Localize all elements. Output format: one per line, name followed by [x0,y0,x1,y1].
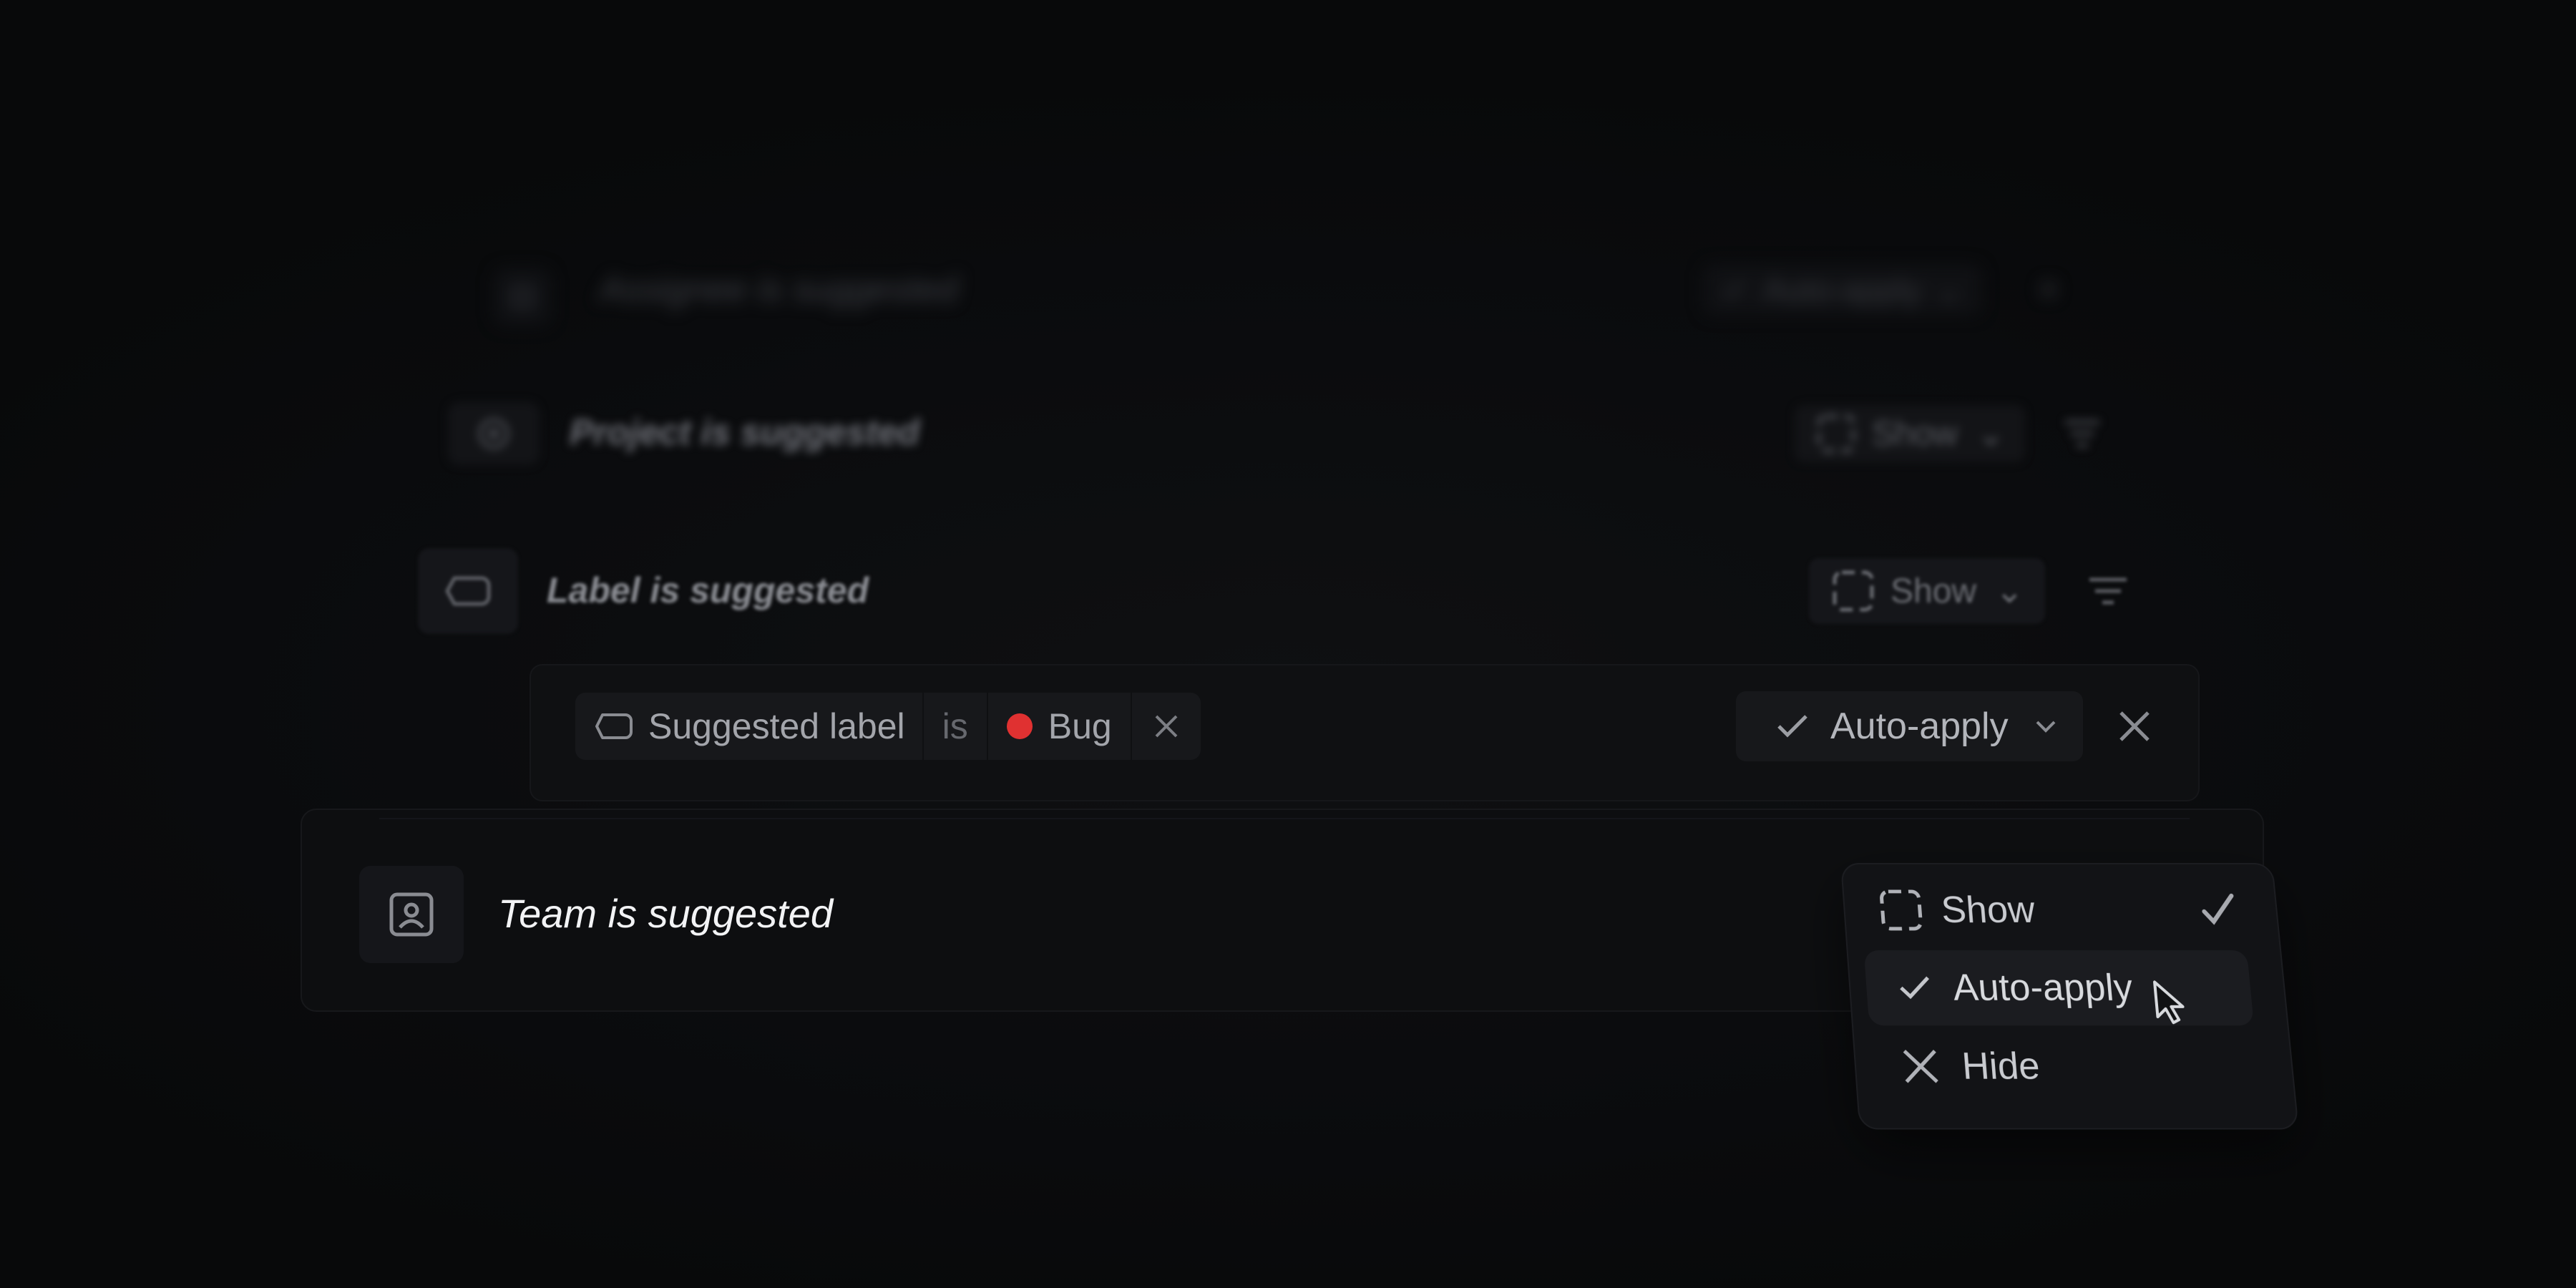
label-rule-field[interactable]: Suggested label [575,693,922,760]
label-rule-operator-text: is [942,706,968,746]
menu-item-show-label: Show [1939,889,2036,931]
filter-icon[interactable] [2061,412,2104,455]
menu-item-auto-apply[interactable]: Auto-apply [1863,950,2255,1027]
assignee-action-dropdown[interactable]: ✓ Auto-apply ⌄ [1703,265,1982,315]
label-action-label: Show [1890,572,1977,610]
project-action-dropdown[interactable]: Show ⌄ [1795,405,2026,462]
label-rule-action-dropdown[interactable]: Auto-apply [1736,691,2083,761]
menu-item-show[interactable]: Show [1858,873,2246,947]
check-icon: ✓ [1722,271,1750,308]
assignee-title: Assignee is suggested [600,269,958,309]
close-icon [1155,715,1178,738]
chevron-down-icon [2036,721,2056,733]
selected-check-icon [2198,892,2239,929]
filter-icon[interactable]: ≡ [2039,272,2075,308]
label-rule-action-label: Auto-apply [1830,706,2009,747]
mouse-cursor-icon [2152,979,2192,1027]
menu-item-hide[interactable]: Hide [1870,1028,2262,1104]
remove-filter-button[interactable] [1132,693,1201,760]
label-rule-operator[interactable]: is [924,693,987,760]
label-rule-field-text: Suggested label [648,706,905,746]
label-rule-value-text: Bug [1048,706,1112,746]
close-icon [1900,1047,1942,1086]
remove-rule-button[interactable] [2117,708,2152,744]
tag-icon [445,576,491,606]
row-divider [379,818,2190,819]
dashed-square-icon [1817,414,1855,453]
filter-icon[interactable] [2085,570,2131,613]
label-rule-value[interactable]: Bug [988,693,1131,760]
chevron-down-icon: ⌄ [1935,271,1963,308]
chevron-down-icon: ⌄ [1976,415,2006,453]
label-action-dropdown[interactable]: Show ⌄ [1809,558,2046,624]
team-icon-box [359,866,464,963]
chevron-down-icon: ⌄ [1995,572,2024,610]
tag-icon [595,713,633,739]
assignee-icon-box [494,268,551,326]
project-action-label: Show [1872,414,1958,453]
label-title: Label is suggested [547,570,869,610]
team-title: Team is suggested [498,891,833,936]
assignee-action-label: Auto-apply [1763,271,1921,308]
project-icon [478,418,509,449]
menu-item-hide-label: Hide [1960,1045,2041,1088]
dashed-square-icon [1833,570,1874,612]
menu-item-auto-apply-label: Auto-apply [1951,967,2135,1009]
suggestion-action-menu: Show Auto-apply Hide [1840,863,2299,1130]
bug-color-dot [1006,713,1033,739]
team-icon [389,892,434,937]
project-title: Project is suggested [570,412,920,452]
check-icon [1897,973,1932,1002]
suggestion-settings-stage: Assignee is suggested ✓ Auto-apply ⌄ ≡ P… [0,0,2576,1288]
dashed-square-icon [1876,887,1926,933]
check-icon [1777,715,1807,738]
project-icon-box [448,402,540,465]
label-rule-filter-chip[interactable]: Suggested label is Bug [575,693,1201,760]
label-icon-box [418,548,518,634]
close-icon [2119,711,2150,741]
person-icon [511,286,534,308]
